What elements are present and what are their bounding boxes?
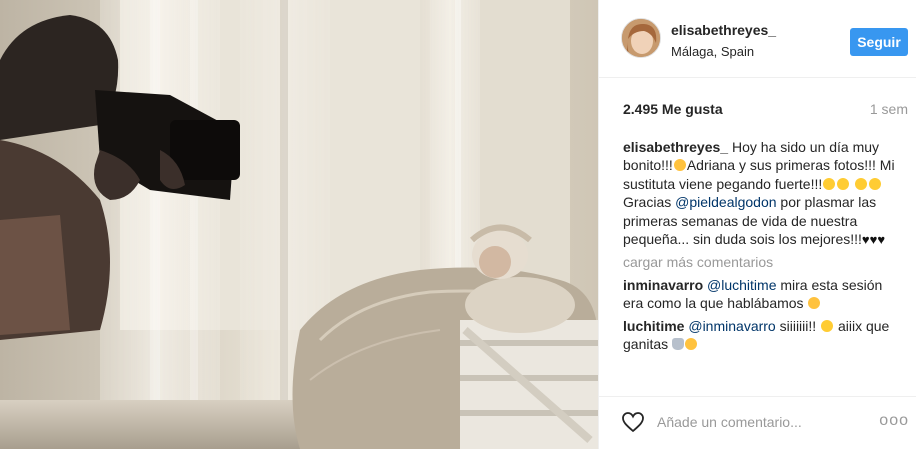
grin-emoji-icon: [821, 319, 834, 332]
grin-emoji-icon: [837, 177, 850, 190]
grin-emoji-icon: [823, 177, 836, 190]
comment: inminavarro @luchitime mira esta sesión …: [623, 276, 903, 313]
load-more-comments[interactable]: cargar más comentarios: [623, 253, 903, 271]
blush-emoji-icon: [808, 297, 821, 310]
post-header: elisabethreyes_ Málaga, Spain Seguir: [599, 0, 916, 78]
caption-mention[interactable]: @pieldealgodon: [675, 194, 776, 210]
smiley-emoji-icon: [673, 159, 686, 172]
comment-text: siiiiiii!!: [775, 317, 821, 334]
comment-mention[interactable]: @luchitime: [707, 277, 776, 293]
photo-image: [0, 0, 598, 449]
likes-count[interactable]: 2.495 Me gusta: [623, 101, 723, 117]
more-options-icon[interactable]: ooo: [879, 412, 909, 430]
comment-username[interactable]: luchitime: [623, 318, 684, 334]
post-photo[interactable]: [0, 0, 598, 449]
clapping-hands-emoji-icon: [672, 338, 685, 351]
heart-outline-icon[interactable]: [621, 410, 645, 434]
add-comment-input[interactable]: [657, 409, 857, 435]
post-side-panel: elisabethreyes_ Málaga, Spain Seguir 2.4…: [598, 0, 916, 449]
grin-emoji-icon: [855, 177, 868, 190]
comment-username[interactable]: inminavarro: [623, 277, 703, 293]
comment: luchitime @inminavarro siiiiiii!! aiiix …: [623, 317, 903, 354]
location-link[interactable]: Málaga, Spain: [671, 44, 754, 59]
caption: elisabethreyes_ Hoy ha sido un día muy b…: [623, 138, 903, 249]
caption-username[interactable]: elisabethreyes_: [623, 139, 728, 155]
username-link[interactable]: elisabethreyes_: [671, 22, 776, 38]
avatar[interactable]: [621, 18, 661, 58]
comment-footer: ooo: [599, 396, 916, 449]
comment-mention[interactable]: @inminavarro: [688, 318, 775, 334]
black-heart-emoji-icon: ♥♥♥: [861, 232, 886, 248]
instagram-post: elisabethreyes_ Málaga, Spain Seguir 2.4…: [0, 0, 916, 449]
follow-button[interactable]: Seguir: [850, 28, 908, 56]
blush-emoji-icon: [685, 338, 698, 351]
comments-list: elisabethreyes_ Hoy ha sido un día muy b…: [623, 138, 903, 353]
avatar-image: [622, 19, 660, 57]
grin-emoji-icon: [869, 177, 882, 190]
post-time[interactable]: 1 sem: [870, 101, 908, 117]
caption-text-3: Gracias: [623, 194, 676, 211]
